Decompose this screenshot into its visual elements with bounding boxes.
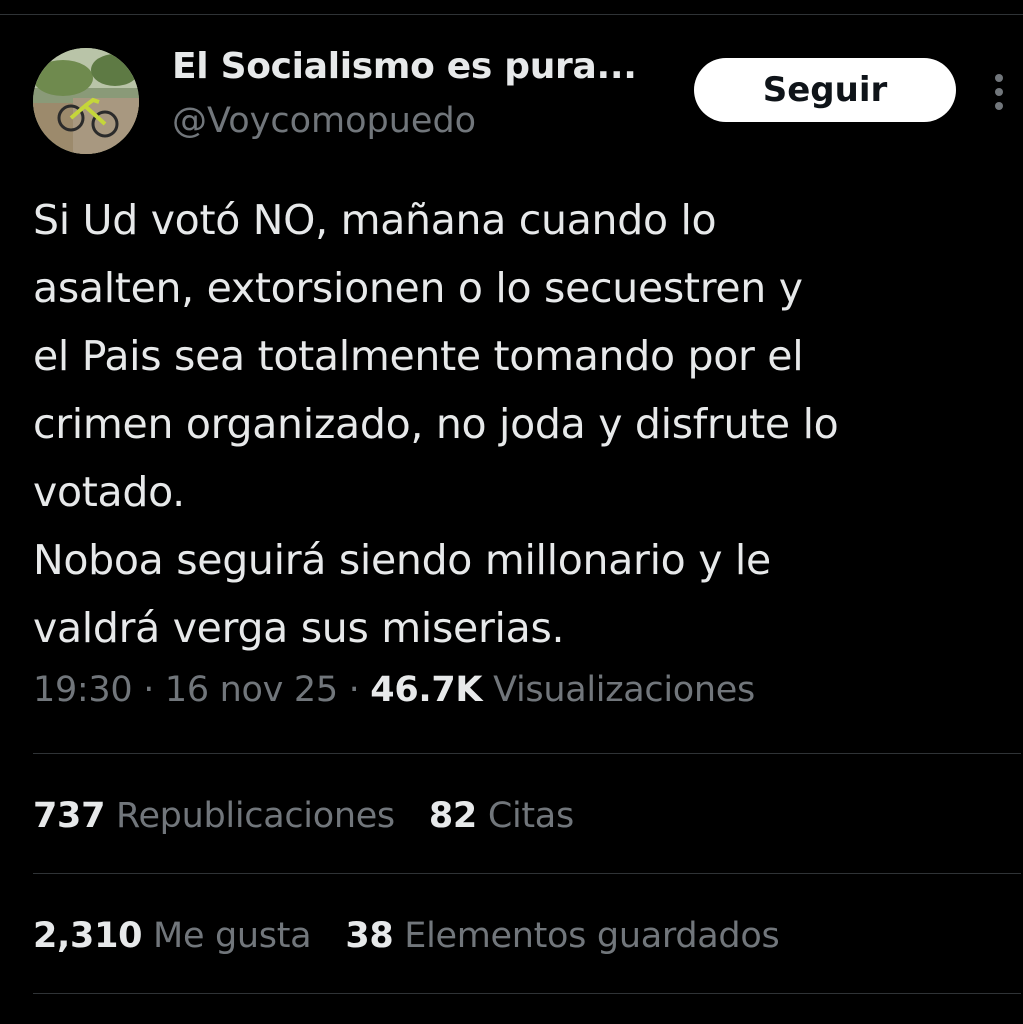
quotes-label: Citas <box>487 796 574 836</box>
quotes-count: 82 <box>428 796 477 836</box>
views-count: 46.7K <box>370 670 483 710</box>
reposts-label: Republicaciones <box>116 796 395 836</box>
tweet-date[interactable]: 16 nov 25 <box>165 670 338 710</box>
divider <box>33 873 1021 874</box>
top-divider <box>0 14 1023 15</box>
views-label: Visualizaciones <box>493 670 755 710</box>
avatar[interactable] <box>33 48 139 154</box>
tweet-metadata: 19:30 · 16 nov 25 · 46.7K Visualizacione… <box>33 670 755 710</box>
bookmarks-stat[interactable]: 38 Elementos guardados <box>345 916 779 956</box>
tweet-text: Si Ud votó NO, mañana cuando lo asalten,… <box>33 196 839 652</box>
reposts-stat[interactable]: 737 Republicaciones <box>33 796 395 836</box>
divider <box>33 993 1021 994</box>
bookmarks-count: 38 <box>345 916 394 956</box>
avatar-photo-bicycle-icon <box>33 48 139 154</box>
more-vertical-icon <box>995 74 1003 110</box>
reposts-count: 737 <box>33 796 106 836</box>
meta-separator: · <box>348 670 360 710</box>
follow-button[interactable]: Seguir <box>694 58 956 122</box>
divider <box>33 753 1021 754</box>
quotes-stat[interactable]: 82 Citas <box>429 796 574 836</box>
stats-row-reposts: 737 Republicaciones 82 Citas <box>33 796 574 836</box>
more-options-button[interactable] <box>984 70 1014 114</box>
bookmarks-label: Elementos guardados <box>404 916 780 956</box>
meta-separator: · <box>143 670 155 710</box>
author-display-name[interactable]: El Socialismo es pura... <box>172 46 637 87</box>
likes-stat[interactable]: 2,310 Me gusta <box>33 916 312 956</box>
tweet-time[interactable]: 19:30 <box>33 670 133 710</box>
stats-row-likes: 2,310 Me gusta 38 Elementos guardados <box>33 916 780 956</box>
likes-count: 2,310 <box>33 916 143 956</box>
author-handle[interactable]: @Voycomopuedo <box>172 101 476 141</box>
likes-label: Me gusta <box>153 916 312 956</box>
